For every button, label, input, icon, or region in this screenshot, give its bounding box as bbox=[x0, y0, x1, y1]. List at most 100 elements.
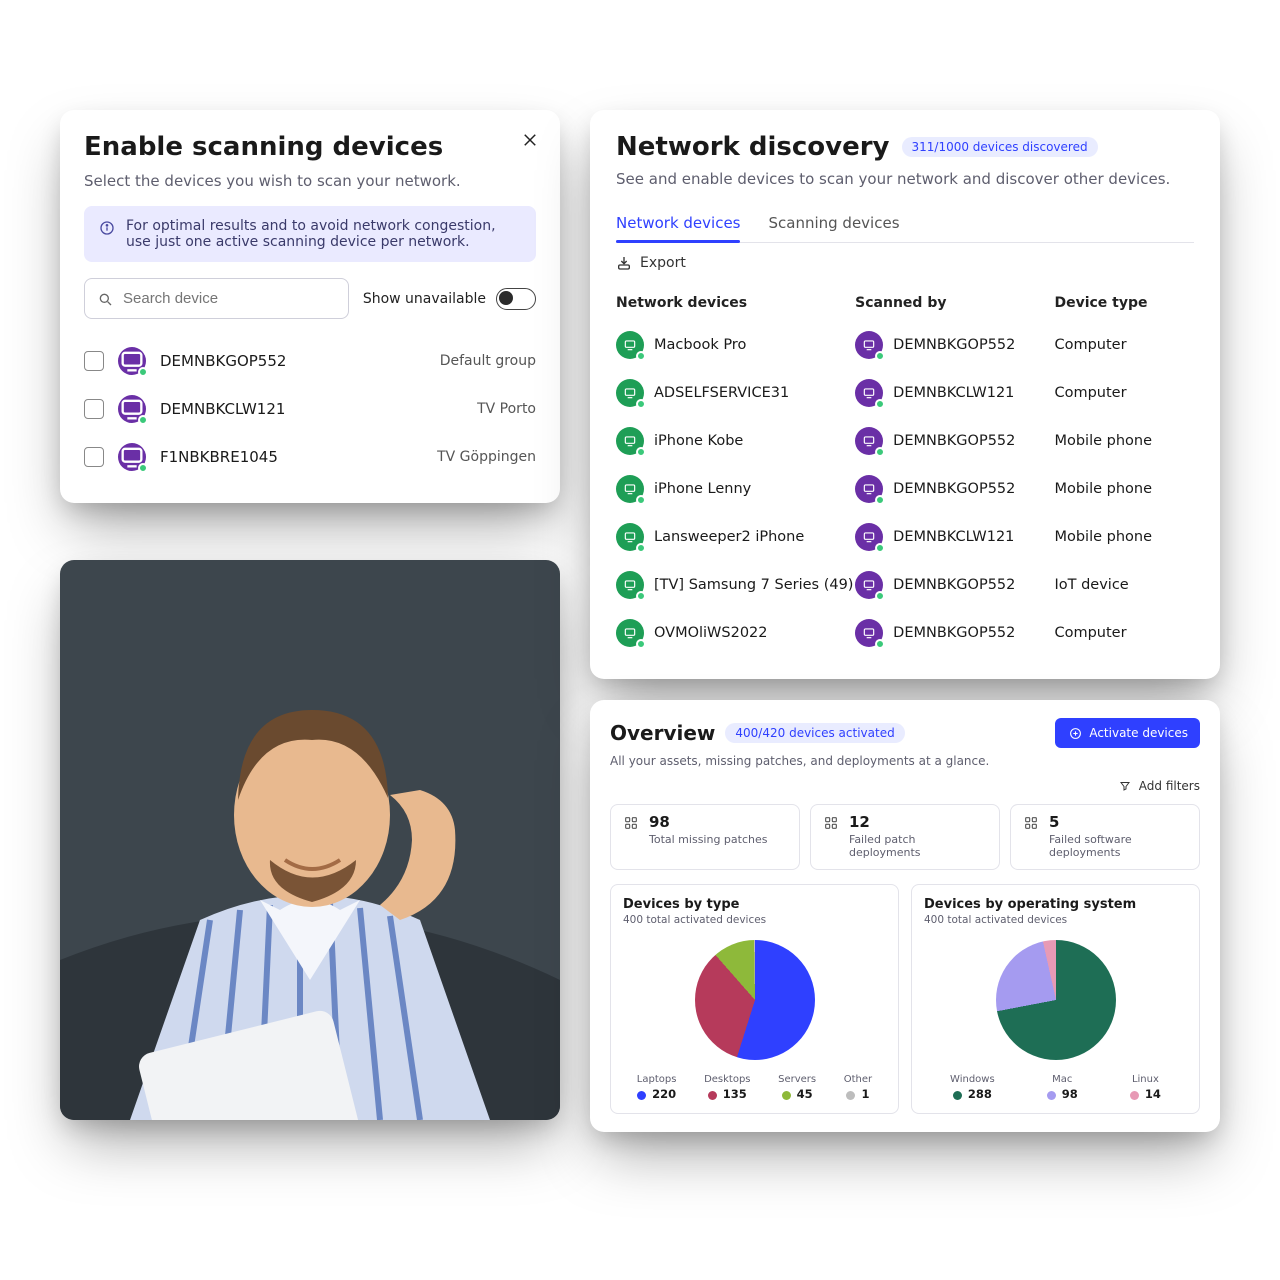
chart-title: Devices by operating system bbox=[924, 897, 1187, 912]
kpi-card[interactable]: 12 Failed patch deployments bbox=[810, 804, 1000, 870]
device-type: Computer bbox=[1054, 337, 1194, 353]
network-table-row[interactable]: [TV] Samsung 7 Series (49) DEMNBKGOP552 … bbox=[616, 561, 1194, 609]
network-device-name: Lansweeper2 iPhone bbox=[654, 529, 804, 545]
network-table-row[interactable]: Lansweeper2 iPhone DEMNBKCLW121 Mobile p… bbox=[616, 513, 1194, 561]
network-tabs: Network devices Scanning devices bbox=[616, 206, 1194, 243]
legend-item: Servers 45 bbox=[778, 1074, 816, 1101]
activate-devices-button[interactable]: Activate devices bbox=[1055, 718, 1200, 748]
close-icon bbox=[521, 131, 539, 149]
legend-name: Windows bbox=[950, 1074, 995, 1085]
network-device-name: [TV] Samsung 7 Series (49) bbox=[654, 577, 853, 593]
chart-legend: Windows 288 Mac 98 Linux 14 bbox=[924, 1074, 1187, 1101]
search-device-input[interactable] bbox=[121, 289, 336, 308]
kpi-label: Total missing patches bbox=[649, 833, 767, 846]
col-scanned-by: Scanned by bbox=[855, 295, 1054, 311]
legend-value: 288 bbox=[953, 1087, 992, 1101]
kpi-card[interactable]: 5 Failed software deployments bbox=[1010, 804, 1200, 870]
device-icon bbox=[616, 571, 644, 599]
network-title: Network discovery bbox=[616, 132, 890, 162]
device-group: Default group bbox=[440, 353, 536, 369]
kpi-label: Failed patch deployments bbox=[849, 833, 987, 859]
device-group: TV Göppingen bbox=[437, 449, 536, 465]
device-icon bbox=[616, 331, 644, 359]
legend-value: 135 bbox=[708, 1087, 747, 1101]
legend-value: 14 bbox=[1130, 1087, 1161, 1101]
info-icon bbox=[98, 220, 116, 250]
scanner-icon bbox=[855, 619, 883, 647]
filter-icon bbox=[1117, 778, 1133, 794]
discovered-badge: 311/1000 devices discovered bbox=[902, 137, 1098, 157]
device-name: DEMNBKGOP552 bbox=[160, 352, 286, 370]
plus-circle-icon bbox=[1067, 725, 1083, 741]
scanner-name: DEMNBKGOP552 bbox=[893, 337, 1015, 353]
scanner-icon bbox=[855, 523, 883, 551]
scan-device-row: DEMNBKGOP552 Default group bbox=[84, 337, 536, 385]
device-checkbox[interactable] bbox=[84, 351, 104, 371]
legend-item: Linux 14 bbox=[1130, 1074, 1161, 1101]
device-name: F1NBKBRE1045 bbox=[160, 448, 278, 466]
device-icon bbox=[616, 475, 644, 503]
legend-name: Other bbox=[844, 1074, 872, 1085]
overview-card: Overview 400/420 devices activated Activ… bbox=[590, 700, 1220, 1132]
show-unavailable-toggle[interactable] bbox=[496, 288, 536, 310]
pie-chart bbox=[996, 940, 1116, 1060]
scanner-name: DEMNBKGOP552 bbox=[893, 577, 1015, 593]
network-table-row[interactable]: iPhone Kobe DEMNBKGOP552 Mobile phone bbox=[616, 417, 1194, 465]
device-type: Mobile phone bbox=[1054, 433, 1194, 449]
scanner-name: DEMNBKGOP552 bbox=[893, 433, 1015, 449]
device-icon bbox=[616, 619, 644, 647]
toggle-label: Show unavailable bbox=[363, 291, 486, 307]
col-network-devices: Network devices bbox=[616, 295, 855, 311]
network-device-name: OVMOliWS2022 bbox=[654, 625, 768, 641]
scanner-icon bbox=[855, 331, 883, 359]
device-group: TV Porto bbox=[477, 401, 536, 417]
overview-subtitle: All your assets, missing patches, and de… bbox=[610, 754, 1200, 768]
legend-name: Laptops bbox=[637, 1074, 677, 1085]
scanner-name: DEMNBKCLW121 bbox=[893, 529, 1014, 545]
legend-name: Mac bbox=[1052, 1074, 1072, 1085]
add-filters-button[interactable]: Add filters bbox=[610, 778, 1200, 794]
device-checkbox[interactable] bbox=[84, 447, 104, 467]
export-button[interactable]: Export bbox=[616, 255, 1194, 271]
network-table-row[interactable]: Macbook Pro DEMNBKGOP552 Computer bbox=[616, 321, 1194, 369]
scan-device-row: F1NBKBRE1045 TV Göppingen bbox=[84, 433, 536, 481]
kpi-row: 98 Total missing patches 12 Failed patch… bbox=[610, 804, 1200, 870]
device-checkbox[interactable] bbox=[84, 399, 104, 419]
col-device-type: Device type bbox=[1054, 295, 1194, 311]
close-button[interactable] bbox=[518, 128, 542, 152]
scan-subtitle: Select the devices you wish to scan your… bbox=[84, 172, 536, 190]
device-type: Mobile phone bbox=[1054, 481, 1194, 497]
legend-name: Linux bbox=[1132, 1074, 1159, 1085]
export-icon bbox=[616, 255, 632, 271]
kpi-card[interactable]: 98 Total missing patches bbox=[610, 804, 800, 870]
tab-network-devices[interactable]: Network devices bbox=[616, 206, 740, 242]
network-table-row[interactable]: ADSELFSERVICE31 DEMNBKCLW121 Computer bbox=[616, 369, 1194, 417]
search-icon bbox=[97, 291, 113, 307]
scanner-name: DEMNBKCLW121 bbox=[893, 385, 1014, 401]
tab-scanning-devices[interactable]: Scanning devices bbox=[768, 206, 899, 242]
pie-chart bbox=[695, 940, 815, 1060]
device-icon bbox=[616, 379, 644, 407]
legend-item: Windows 288 bbox=[950, 1074, 995, 1101]
kpi-icon bbox=[1023, 815, 1039, 831]
device-type: Mobile phone bbox=[1054, 529, 1194, 545]
network-device-name: iPhone Lenny bbox=[654, 481, 751, 497]
scanner-icon bbox=[855, 475, 883, 503]
kpi-value: 12 bbox=[849, 815, 987, 830]
kpi-value: 98 bbox=[649, 815, 767, 830]
chart-subtitle: 400 total activated devices bbox=[623, 914, 886, 926]
network-table-row[interactable]: OVMOliWS2022 DEMNBKGOP552 Computer bbox=[616, 609, 1194, 657]
enable-scanning-card: Enable scanning devices Select the devic… bbox=[60, 110, 560, 503]
chart-legend: Laptops 220Desktops 135Servers 45Other 1 bbox=[623, 1074, 886, 1101]
info-banner: For optimal results and to avoid network… bbox=[84, 206, 536, 262]
network-table: Network devices Scanned by Device type M… bbox=[616, 285, 1194, 657]
network-device-name: Macbook Pro bbox=[654, 337, 746, 353]
marketing-photo bbox=[60, 560, 560, 1120]
scanner-name: DEMNBKGOP552 bbox=[893, 481, 1015, 497]
scan-title: Enable scanning devices bbox=[84, 132, 536, 162]
search-device-input-wrap[interactable] bbox=[84, 278, 349, 319]
device-icon bbox=[616, 427, 644, 455]
scanner-icon bbox=[855, 571, 883, 599]
legend-value: 98 bbox=[1047, 1087, 1078, 1101]
network-table-row[interactable]: iPhone Lenny DEMNBKGOP552 Mobile phone bbox=[616, 465, 1194, 513]
